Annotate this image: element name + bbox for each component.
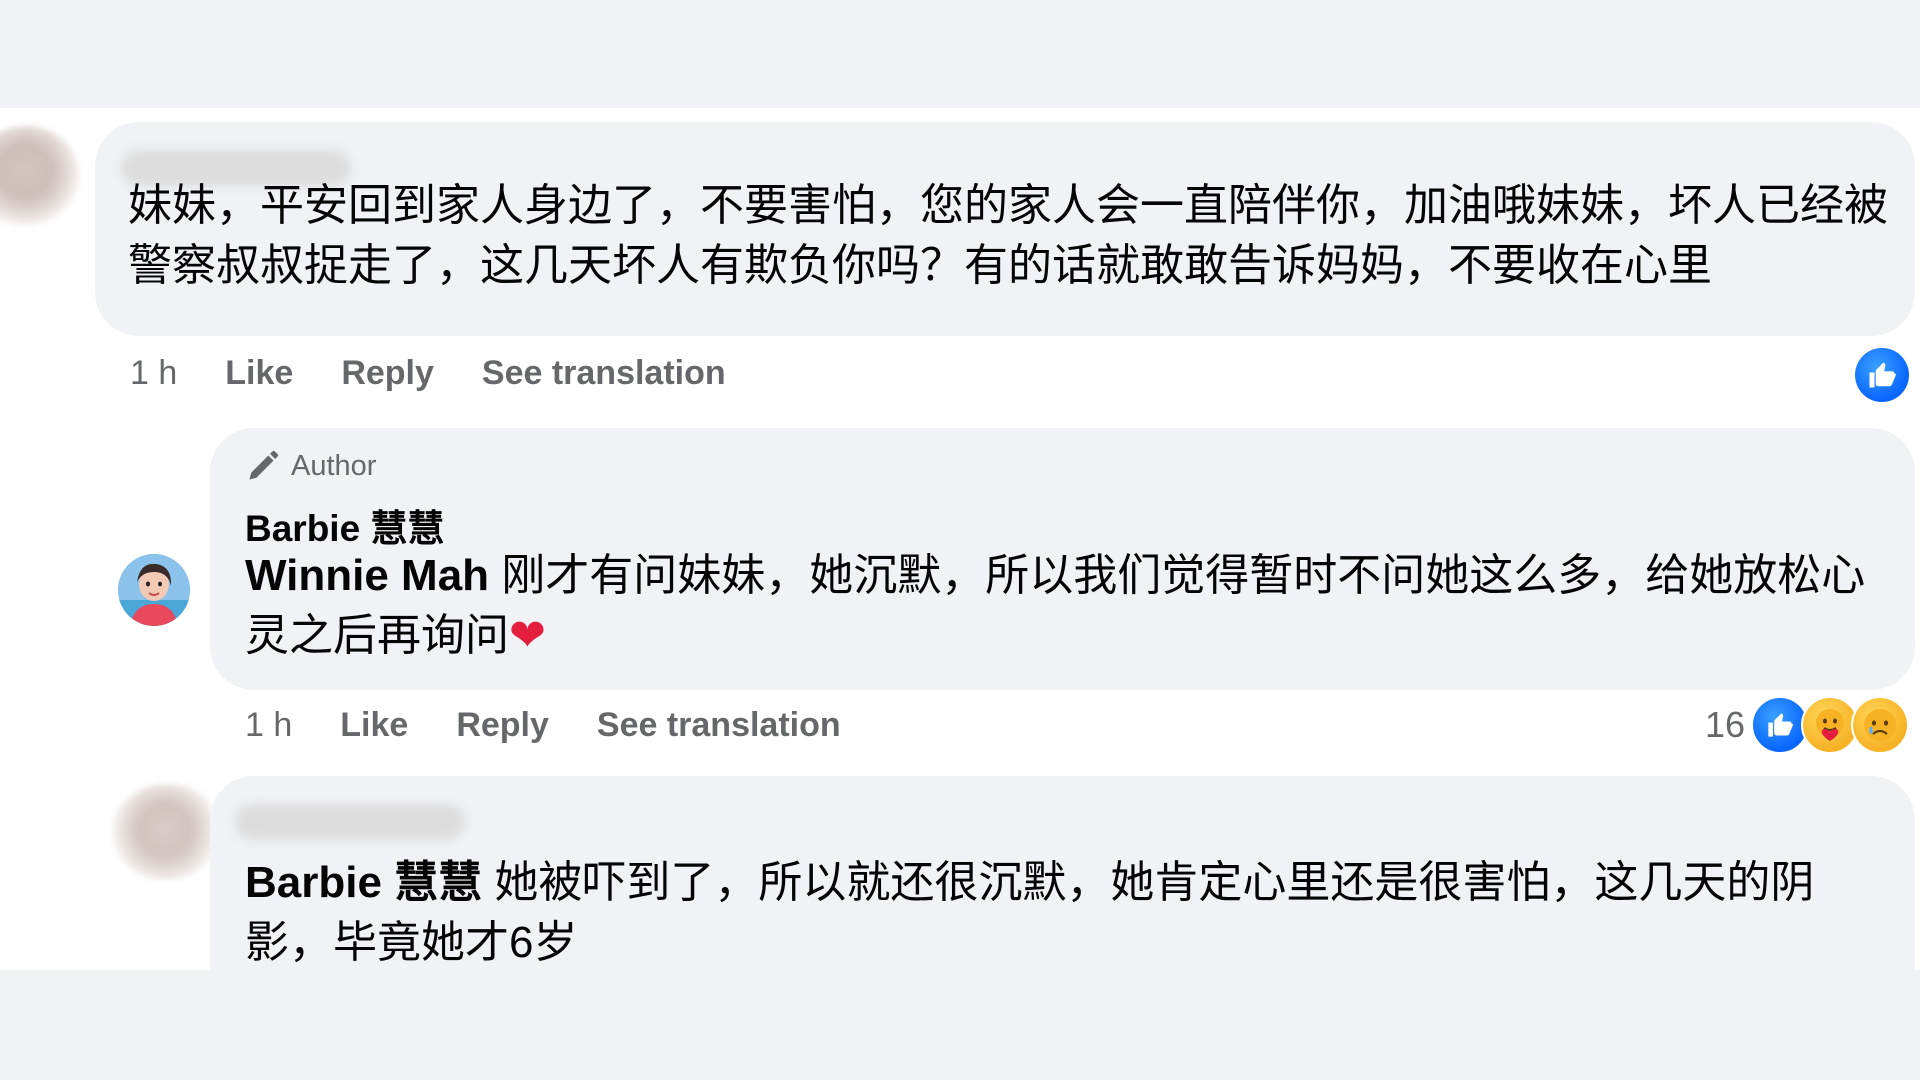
comment-actions: 1 h Like Reply See translation [245, 706, 889, 745]
author-avatar[interactable] [118, 554, 190, 626]
timestamp[interactable]: 1 h [245, 706, 292, 745]
blurred-author-name[interactable] [235, 804, 465, 840]
like-button[interactable]: Like [340, 706, 408, 745]
see-translation-button[interactable]: See translation [482, 354, 726, 393]
reply-button[interactable]: Reply [456, 706, 549, 745]
timestamp[interactable]: 1 h [130, 354, 177, 393]
author-badge: Author [245, 448, 376, 484]
comment-bubble: 妹妹，平安回到家人身边了，不要害怕，您的家人会一直陪伴你，加油哦妹妹，坏人已经被… [95, 122, 1915, 336]
avatar[interactable] [0, 126, 80, 226]
like-icon [1869, 362, 1896, 388]
comments-page: 妹妹，平安回到家人身边了，不要害怕，您的家人会一直陪伴你，加油哦妹妹，坏人已经被… [0, 0, 1920, 1080]
comment-body: 刚才有问妹妹，她沉默，所以我们觉得暂时不问她这么多，给她放松心灵之后再询问 [245, 551, 1866, 660]
pen-icon [249, 450, 279, 480]
reaction-count: 16 [1705, 704, 1746, 745]
reply-button[interactable]: Reply [341, 354, 434, 393]
comments-panel: 妹妹，平安回到家人身边了，不要害怕，您的家人会一直陪伴你，加油哦妹妹，坏人已经被… [0, 108, 1920, 970]
see-translation-button[interactable]: See translation [597, 706, 841, 745]
mention-link[interactable]: Barbie 慧慧 [245, 858, 482, 907]
like-reaction-badge[interactable] [1855, 348, 1909, 402]
sad-emoji-icon [1851, 696, 1910, 754]
mention-link[interactable]: Winnie Mah [245, 551, 489, 600]
like-button[interactable]: Like [225, 354, 293, 393]
heart-emoji: ❤ [509, 611, 546, 660]
comment-actions: 1 h Like Reply See translation [130, 354, 774, 393]
comment-text: 妹妹，平安回到家人身边了，不要害怕，您的家人会一直陪伴你，加油哦妹妹，坏人已经被… [128, 181, 1888, 290]
comment-author-name[interactable]: Barbie 慧慧 [245, 498, 444, 552]
reaction-summary[interactable]: 16 [1705, 696, 1910, 754]
avatar[interactable] [112, 784, 222, 880]
profile-photo [118, 554, 190, 626]
comment-bubble: Barbie 慧慧 她被吓到了，所以就还很沉默，她肯定心里还是很害怕，这几天的阴… [210, 776, 1915, 970]
comment-text: Winnie Mah 刚才有问妹妹，她沉默，所以我们觉得暂时不问她这么多，给她放… [245, 546, 1895, 666]
comment-text: Barbie 慧慧 她被吓到了，所以就还很沉默，她肯定心里还是很害怕，这几天的阴… [245, 853, 1895, 970]
author-badge-label: Author [291, 449, 377, 482]
comment-bubble: Author Barbie 慧慧 Winnie Mah 刚才有问妹妹，她沉默，所… [210, 428, 1915, 690]
